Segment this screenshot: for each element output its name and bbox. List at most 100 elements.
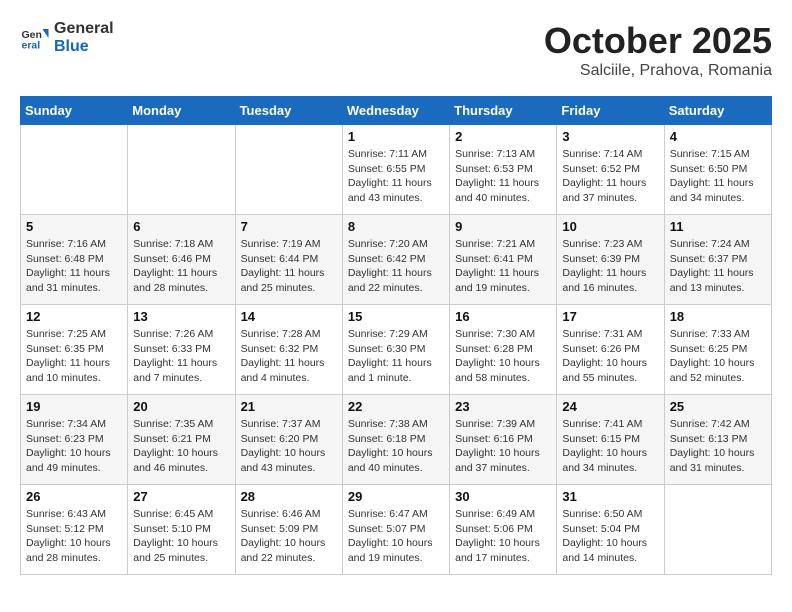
calendar-cell: 22 Sunrise: 7:38 AM Sunset: 6:18 PM Dayli… — [342, 395, 449, 485]
calendar-week-4: 19 Sunrise: 7:34 AM Sunset: 6:23 PM Dayli… — [21, 395, 772, 485]
day-info: Sunrise: 7:35 AM Sunset: 6:21 PM Dayligh… — [133, 417, 229, 476]
calendar-cell: 21 Sunrise: 7:37 AM Sunset: 6:20 PM Dayli… — [235, 395, 342, 485]
day-number: 12 — [26, 309, 122, 324]
month-title: October 2025 — [544, 20, 772, 62]
day-info: Sunrise: 7:29 AM Sunset: 6:30 PM Dayligh… — [348, 327, 444, 386]
day-info: Sunrise: 7:30 AM Sunset: 6:28 PM Dayligh… — [455, 327, 551, 386]
day-number: 28 — [241, 489, 337, 504]
calendar-cell: 20 Sunrise: 7:35 AM Sunset: 6:21 PM Dayli… — [128, 395, 235, 485]
calendar: SundayMondayTuesdayWednesdayThursdayFrid… — [20, 96, 772, 575]
day-header-thursday: Thursday — [450, 97, 557, 125]
day-info: Sunrise: 6:45 AM Sunset: 5:10 PM Dayligh… — [133, 507, 229, 566]
calendar-cell: 7 Sunrise: 7:19 AM Sunset: 6:44 PM Daylig… — [235, 215, 342, 305]
day-info: Sunrise: 7:25 AM Sunset: 6:35 PM Dayligh… — [26, 327, 122, 386]
day-info: Sunrise: 6:49 AM Sunset: 5:06 PM Dayligh… — [455, 507, 551, 566]
day-number: 8 — [348, 219, 444, 234]
calendar-cell: 4 Sunrise: 7:15 AM Sunset: 6:50 PM Daylig… — [664, 125, 771, 215]
day-info: Sunrise: 7:16 AM Sunset: 6:48 PM Dayligh… — [26, 237, 122, 296]
calendar-cell: 2Sunrise: 7:13 AM Sunset: 6:53 PM Daylig… — [450, 125, 557, 215]
day-number: 31 — [562, 489, 658, 504]
calendar-week-2: 5 Sunrise: 7:16 AM Sunset: 6:48 PM Daylig… — [21, 215, 772, 305]
calendar-cell: 28 Sunrise: 6:46 AM Sunset: 5:09 PM Dayli… — [235, 485, 342, 575]
day-header-tuesday: Tuesday — [235, 97, 342, 125]
day-number: 6 — [133, 219, 229, 234]
page-header: Gen eral General Blue October 2025 Salci… — [20, 20, 772, 80]
calendar-cell: 31Sunrise: 6:50 AM Sunset: 5:04 PM Dayli… — [557, 485, 664, 575]
day-number: 1 — [348, 129, 444, 144]
day-header-sunday: Sunday — [21, 97, 128, 125]
calendar-cell: 13 Sunrise: 7:26 AM Sunset: 6:33 PM Dayli… — [128, 305, 235, 395]
day-number: 25 — [670, 399, 766, 414]
day-number: 7 — [241, 219, 337, 234]
calendar-cell: 26 Sunrise: 6:43 AM Sunset: 5:12 PM Dayli… — [21, 485, 128, 575]
day-number: 13 — [133, 309, 229, 324]
day-number: 29 — [348, 489, 444, 504]
day-number: 30 — [455, 489, 551, 504]
day-info: Sunrise: 6:47 AM Sunset: 5:07 PM Dayligh… — [348, 507, 444, 566]
logo: Gen eral General Blue — [20, 20, 114, 55]
day-header-wednesday: Wednesday — [342, 97, 449, 125]
day-number: 3 — [562, 129, 658, 144]
day-number: 4 — [670, 129, 766, 144]
day-number: 20 — [133, 399, 229, 414]
day-number: 9 — [455, 219, 551, 234]
calendar-header-row: SundayMondayTuesdayWednesdayThursdayFrid… — [21, 97, 772, 125]
day-info: Sunrise: 7:38 AM Sunset: 6:18 PM Dayligh… — [348, 417, 444, 476]
day-number: 5 — [26, 219, 122, 234]
day-number: 26 — [26, 489, 122, 504]
day-number: 22 — [348, 399, 444, 414]
location: Salciile, Prahova, Romania — [544, 62, 772, 80]
calendar-cell: 14 Sunrise: 7:28 AM Sunset: 6:32 PM Dayli… — [235, 305, 342, 395]
calendar-cell: 27 Sunrise: 6:45 AM Sunset: 5:10 PM Dayli… — [128, 485, 235, 575]
calendar-cell: 10 Sunrise: 7:23 AM Sunset: 6:39 PM Dayli… — [557, 215, 664, 305]
logo-general: General — [54, 20, 114, 38]
day-number: 2 — [455, 129, 551, 144]
day-number: 27 — [133, 489, 229, 504]
calendar-week-1: 1 Sunrise: 7:11 AM Sunset: 6:55 PM Daylig… — [21, 125, 772, 215]
day-number: 18 — [670, 309, 766, 324]
calendar-cell — [664, 485, 771, 575]
day-info: Sunrise: 7:37 AM Sunset: 6:20 PM Dayligh… — [241, 417, 337, 476]
day-number: 24 — [562, 399, 658, 414]
day-info: Sunrise: 7:15 AM Sunset: 6:50 PM Dayligh… — [670, 147, 766, 206]
day-info: Sunrise: 6:43 AM Sunset: 5:12 PM Dayligh… — [26, 507, 122, 566]
day-info: Sunrise: 7:19 AM Sunset: 6:44 PM Dayligh… — [241, 237, 337, 296]
day-number: 19 — [26, 399, 122, 414]
day-info: Sunrise: 7:23 AM Sunset: 6:39 PM Dayligh… — [562, 237, 658, 296]
day-info: Sunrise: 7:18 AM Sunset: 6:46 PM Dayligh… — [133, 237, 229, 296]
calendar-cell: 29 Sunrise: 6:47 AM Sunset: 5:07 PM Dayli… — [342, 485, 449, 575]
day-info: Sunrise: 6:46 AM Sunset: 5:09 PM Dayligh… — [241, 507, 337, 566]
calendar-cell: 5 Sunrise: 7:16 AM Sunset: 6:48 PM Daylig… — [21, 215, 128, 305]
day-info: Sunrise: 7:34 AM Sunset: 6:23 PM Dayligh… — [26, 417, 122, 476]
calendar-week-3: 12 Sunrise: 7:25 AM Sunset: 6:35 PM Dayli… — [21, 305, 772, 395]
calendar-cell: 3 Sunrise: 7:14 AM Sunset: 6:52 PM Daylig… — [557, 125, 664, 215]
day-number: 23 — [455, 399, 551, 414]
day-info: Sunrise: 7:26 AM Sunset: 6:33 PM Dayligh… — [133, 327, 229, 386]
calendar-cell: 1 Sunrise: 7:11 AM Sunset: 6:55 PM Daylig… — [342, 125, 449, 215]
calendar-cell: 25 Sunrise: 7:42 AM Sunset: 6:13 PM Dayli… — [664, 395, 771, 485]
logo-text: General Blue — [54, 20, 114, 55]
calendar-cell: 11Sunrise: 7:24 AM Sunset: 6:37 PM Dayli… — [664, 215, 771, 305]
day-header-saturday: Saturday — [664, 97, 771, 125]
day-number: 21 — [241, 399, 337, 414]
calendar-cell: 8Sunrise: 7:20 AM Sunset: 6:42 PM Daylig… — [342, 215, 449, 305]
day-number: 14 — [241, 309, 337, 324]
title-block: October 2025 Salciile, Prahova, Romania — [544, 20, 772, 80]
day-info: Sunrise: 7:41 AM Sunset: 6:15 PM Dayligh… — [562, 417, 658, 476]
day-header-friday: Friday — [557, 97, 664, 125]
day-info: Sunrise: 7:11 AM Sunset: 6:55 PM Dayligh… — [348, 147, 444, 206]
calendar-cell: 15Sunrise: 7:29 AM Sunset: 6:30 PM Dayli… — [342, 305, 449, 395]
day-info: Sunrise: 7:39 AM Sunset: 6:16 PM Dayligh… — [455, 417, 551, 476]
calendar-cell — [21, 125, 128, 215]
day-info: Sunrise: 7:28 AM Sunset: 6:32 PM Dayligh… — [241, 327, 337, 386]
calendar-cell — [235, 125, 342, 215]
calendar-cell — [128, 125, 235, 215]
day-info: Sunrise: 7:14 AM Sunset: 6:52 PM Dayligh… — [562, 147, 658, 206]
day-number: 10 — [562, 219, 658, 234]
day-number: 11 — [670, 219, 766, 234]
day-info: Sunrise: 7:42 AM Sunset: 6:13 PM Dayligh… — [670, 417, 766, 476]
logo-blue: Blue — [54, 38, 114, 56]
day-info: Sunrise: 7:31 AM Sunset: 6:26 PM Dayligh… — [562, 327, 658, 386]
calendar-cell: 16Sunrise: 7:30 AM Sunset: 6:28 PM Dayli… — [450, 305, 557, 395]
calendar-cell: 19 Sunrise: 7:34 AM Sunset: 6:23 PM Dayli… — [21, 395, 128, 485]
